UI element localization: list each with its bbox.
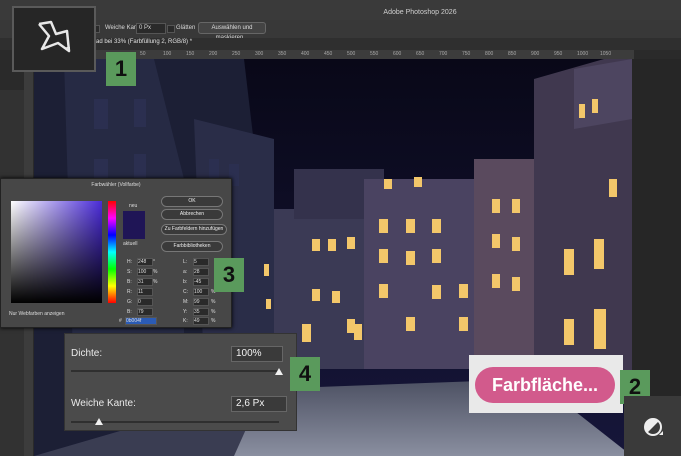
ruler-tick-label: 400 — [301, 51, 310, 57]
select-mask-button[interactable]: Auswählen und maskieren... — [198, 22, 266, 41]
adjustment-icon-panel — [624, 396, 681, 456]
l-input[interactable]: 5 — [193, 258, 209, 266]
antialias-label: Glätten — [176, 25, 196, 31]
h-label: H: — [127, 259, 132, 265]
ruler-tick-label: 150 — [186, 51, 195, 57]
brightness-unit: % — [153, 279, 158, 285]
ruler-tick-label: 200 — [209, 51, 218, 57]
g-label: G: — [127, 299, 133, 305]
polygonal-lasso-icon[interactable] — [36, 19, 72, 55]
blue-label: B: — [127, 309, 132, 315]
feather-panel-input[interactable]: 2,6 Px — [231, 396, 287, 412]
density-slider-track[interactable] — [71, 370, 279, 372]
color-fill-button[interactable]: Farbfläche... — [475, 367, 615, 403]
document-tab[interactable]: Quad bei 33% (Farbfüllung 2, RGB/8) * — [88, 39, 192, 45]
ruler-tick-label: 800 — [485, 51, 494, 57]
c-input[interactable]: 100 — [193, 288, 209, 296]
hue-slider[interactable] — [108, 201, 116, 303]
callout-number-4: 4 — [290, 357, 320, 391]
callout-number-1: 1 — [106, 52, 136, 86]
feather-panel-label: Weiche Kante: — [71, 398, 136, 409]
g-input[interactable]: 0 — [137, 298, 153, 306]
r-label: R: — [127, 289, 132, 295]
current-color-label: aktuell — [123, 241, 138, 247]
ruler-tick-label: 1050 — [600, 51, 612, 57]
color-libraries-button[interactable]: Farbbibliotheken — [161, 241, 223, 252]
adjustment-layer-icon[interactable] — [642, 416, 664, 438]
h-input[interactable]: 248 — [137, 258, 153, 266]
blue-input[interactable]: 79 — [137, 308, 153, 316]
cancel-button[interactable]: Abbrechen — [161, 209, 223, 220]
ruler-tick-label: 250 — [232, 51, 241, 57]
ruler-tick-label: 850 — [508, 51, 517, 57]
ruler-tick-label: 450 — [324, 51, 333, 57]
feather-slider-thumb[interactable] — [95, 418, 103, 425]
a-label: a: — [183, 269, 188, 275]
ok-button[interactable]: OK — [161, 196, 223, 207]
density-slider-thumb[interactable] — [275, 368, 283, 375]
ruler-tick-label: 1000 — [577, 51, 589, 57]
hex-label: # — [119, 318, 122, 324]
k-unit: % — [211, 318, 216, 324]
brightness-label: B: — [127, 279, 132, 285]
ruler-tick-label: 550 — [370, 51, 379, 57]
ruler-tick-label: 750 — [462, 51, 471, 57]
density-input[interactable]: 100% — [231, 346, 283, 362]
l-label: L: — [183, 259, 188, 265]
y-input[interactable]: 35 — [193, 308, 209, 316]
saturation-brightness-field[interactable] — [11, 201, 102, 303]
current-color-swatch — [123, 225, 145, 239]
s-label: S: — [127, 269, 132, 275]
lab-b-label: b: — [183, 279, 188, 285]
y-unit: % — [211, 309, 216, 315]
options-bar — [0, 20, 681, 39]
ruler-tick-label: 500 — [347, 51, 356, 57]
mask-properties-panel: Dichte: 100% Weiche Kante: 2,6 Px — [64, 333, 297, 431]
ruler-tick-label: 100 — [163, 51, 172, 57]
a-input[interactable]: 28 — [193, 268, 209, 276]
k-label: K: — [183, 318, 188, 324]
m-unit: % — [211, 299, 216, 305]
ruler-tick-label: 350 — [278, 51, 287, 57]
s-unit: % — [153, 269, 158, 275]
lab-b-input[interactable]: -45 — [193, 278, 209, 286]
k-input[interactable]: 49 — [193, 317, 209, 325]
density-label: Dichte: — [71, 348, 103, 359]
ruler-tick-label: 50 — [140, 51, 146, 57]
r-input[interactable]: 11 — [137, 288, 153, 296]
ruler-tick-label: 700 — [439, 51, 448, 57]
m-input[interactable]: 99 — [193, 298, 209, 306]
s-input[interactable]: 100 — [137, 268, 153, 276]
h-unit: ° — [153, 259, 155, 265]
color-picker-title: Farbwähler (Vollfarbe) — [91, 182, 141, 188]
new-color-swatch — [123, 211, 145, 225]
callout-number-3: 3 — [214, 258, 244, 292]
hex-input[interactable]: 0b004f — [125, 317, 157, 325]
brightness-input[interactable]: 31 — [137, 278, 153, 286]
add-swatch-button[interactable]: Zu Farbfeldern hinzufügen — [161, 224, 227, 235]
feather-input[interactable]: 0 Px — [136, 23, 166, 34]
c-label: C: — [183, 289, 188, 295]
app-title: Adobe Photoshop 2026 — [383, 9, 457, 16]
ruler-tick-label: 300 — [255, 51, 264, 57]
ruler-tick-label: 900 — [531, 51, 540, 57]
ruler-tick-label: 950 — [554, 51, 563, 57]
m-label: M: — [183, 299, 189, 305]
antialias-checkbox[interactable] — [167, 25, 175, 33]
ruler-tick-label: 650 — [416, 51, 425, 57]
ruler-tick-labels: 50 100 150 200 250 300 350 400 450 500 550 600 650 70… — [140, 51, 630, 59]
color-picker-dialog: Farbwähler (Vollfarbe) neu aktuell OK Ab… — [0, 178, 232, 328]
new-color-label: neu — [129, 203, 138, 209]
web-colors-only-label[interactable]: Nur Webfarben anzeigen — [9, 311, 65, 317]
y-label: Y: — [183, 309, 188, 315]
tool-highlight-box — [12, 6, 96, 72]
ruler-tick-label: 600 — [393, 51, 402, 57]
